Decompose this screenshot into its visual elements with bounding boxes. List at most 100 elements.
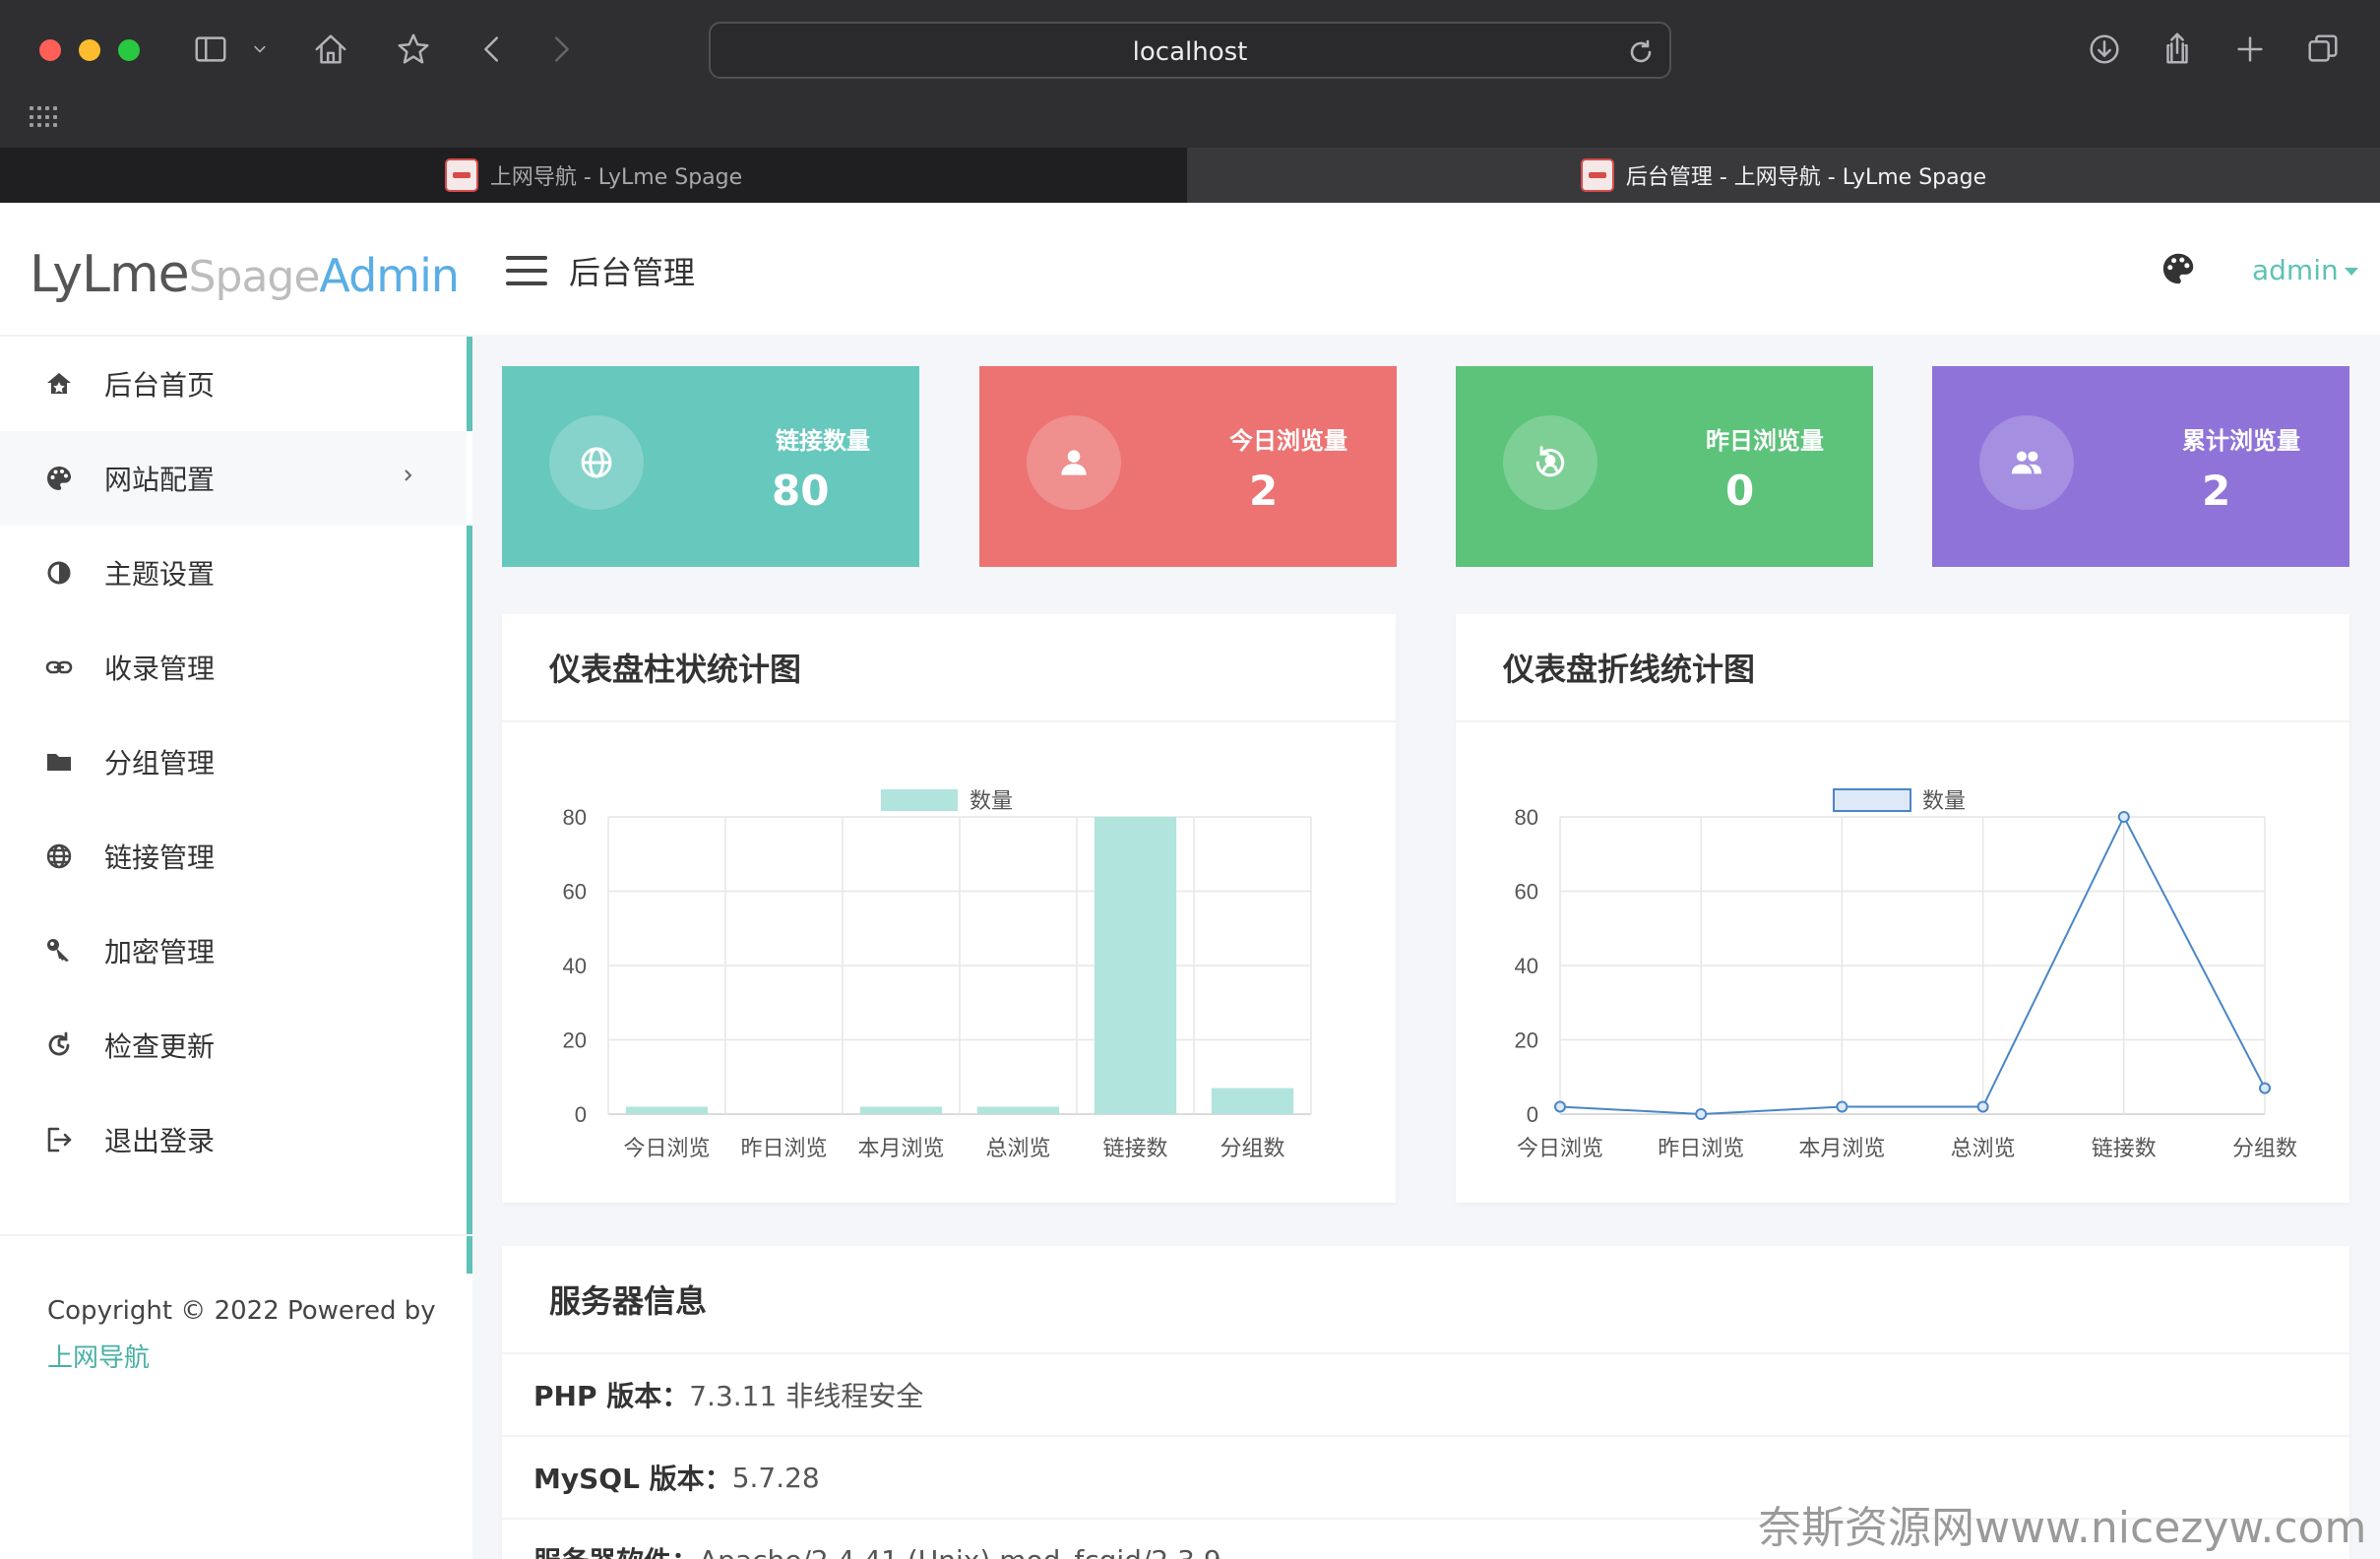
palette-icon	[43, 463, 75, 494]
y-tick-label: 60	[563, 880, 587, 904]
history-icon	[1503, 415, 1597, 510]
bar-chart-card: 仪表盘柱状统计图 数量 0 20 40 60 80 今日浏览 昨日浏览 本月浏览 总浏览 链接数 分组…	[502, 614, 1396, 1203]
share-icon[interactable]	[2156, 28, 2199, 71]
y-tick-label: 40	[1515, 954, 1538, 978]
y-tick-label: 20	[1515, 1029, 1538, 1053]
stat-label: 链接数量	[776, 427, 870, 455]
tab-title: 上网导航 - LyLme Spage	[489, 165, 743, 190]
minimize-window-button[interactable]	[79, 39, 100, 61]
user-menu[interactable]: admin	[2252, 254, 2358, 286]
apps-grid-icon[interactable]	[30, 106, 57, 128]
sidebar-item-check-update[interactable]: 检查更新	[0, 998, 472, 1092]
address-bar[interactable]: localhost	[709, 22, 1671, 79]
chevron-down-icon[interactable]	[244, 28, 276, 71]
stat-card-yesterday-views: 昨日浏览量 0	[1456, 366, 1873, 567]
server-row-label: MySQL 版本：	[533, 1463, 732, 1495]
caret-down-icon	[2344, 268, 2358, 276]
server-info-title: 服务器信息	[502, 1246, 2349, 1354]
sidebar-item-theme[interactable]: 主题设置	[0, 526, 472, 620]
tab-bar: 上网导航 - LyLme Spage 后台管理 - 上网导航 - LyLme S…	[0, 148, 2380, 203]
logo-part-spage: Spage	[188, 252, 321, 302]
bar	[625, 1106, 709, 1114]
server-row-value: Apache/2.4.41 (Unix) mod_fcgid/2.3.9	[699, 1544, 1221, 1559]
y-tick-label: 80	[1515, 805, 1538, 830]
users-icon	[1979, 415, 2074, 510]
stat-card-total-views: 累计浏览量 2	[1932, 366, 2349, 567]
theme-palette-icon[interactable]	[2160, 250, 2197, 287]
top-bar: 后台管理 admin	[472, 203, 2380, 335]
menu-toggle-icon[interactable]	[506, 256, 547, 285]
logo-part-lylme: LyLme	[30, 245, 190, 304]
zoom-window-button[interactable]	[118, 39, 140, 61]
y-tick-label: 0	[575, 1102, 587, 1127]
sidebar-item-label: 主题设置	[104, 558, 216, 591]
copyright-link[interactable]: 上网导航	[47, 1335, 436, 1382]
home-icon[interactable]	[309, 28, 352, 71]
sidebar-item-label: 检查更新	[104, 1030, 216, 1063]
x-tick-label: 本月浏览	[857, 1136, 944, 1160]
close-window-button[interactable]	[39, 39, 61, 61]
logo-part-admin: Admin	[319, 249, 460, 302]
sidebar-item-label: 分组管理	[104, 747, 216, 780]
x-tick-label: 总浏览	[1951, 1136, 2016, 1160]
reload-icon[interactable]	[1626, 37, 1656, 67]
user-icon	[1027, 415, 1121, 510]
bookmark-star-icon[interactable]	[392, 28, 435, 71]
x-tick-label: 总浏览	[985, 1136, 1050, 1160]
stat-label: 昨日浏览量	[1706, 427, 1824, 455]
data-point	[1695, 1108, 1708, 1120]
browser-tab[interactable]: 上网导航 - LyLme Spage	[0, 148, 1187, 203]
sidebar-item-groups[interactable]: 分组管理	[0, 715, 472, 809]
x-tick-label: 今日浏览	[623, 1136, 710, 1160]
x-tick-label: 昨日浏览	[1658, 1136, 1744, 1160]
user-name: admin	[2252, 254, 2339, 286]
legend-swatch	[881, 789, 958, 811]
stat-label: 今日浏览量	[1229, 427, 1347, 455]
downloads-icon[interactable]	[2083, 28, 2126, 71]
site-favicon-icon	[1580, 158, 1614, 192]
folder-icon	[43, 746, 75, 778]
new-tab-icon[interactable]	[2228, 28, 2272, 71]
stat-value: 0	[1725, 467, 1755, 515]
back-icon[interactable]	[470, 28, 514, 71]
key-icon	[43, 935, 75, 967]
x-tick-label: 链接数	[2092, 1136, 2157, 1160]
y-tick-label: 60	[1515, 880, 1538, 904]
watermark: 奈斯资源网www.nicezyw.com	[1758, 1503, 2367, 1553]
browser-chrome: localhost 上网导航 - LyLme Spage 后台管理 - 上网导航…	[0, 0, 2380, 203]
y-tick-label: 80	[563, 805, 587, 830]
sidebar-item-site-config[interactable]: 网站配置	[0, 431, 472, 526]
legend-label: 数量	[970, 788, 1013, 813]
bar	[1211, 1088, 1294, 1114]
globe-icon	[43, 841, 75, 872]
logo[interactable]: LyLmeSpageAdmin	[30, 240, 460, 309]
data-point	[1836, 1100, 1848, 1113]
sidebar-item-submissions[interactable]: 收录管理	[0, 620, 472, 715]
x-tick-label: 分组数	[2232, 1136, 2297, 1160]
sidebar-item-logout[interactable]: 退出登录	[0, 1092, 472, 1187]
sidebar-item-home[interactable]: 后台首页	[0, 337, 472, 431]
logout-icon	[43, 1124, 75, 1155]
data-point	[1554, 1100, 1566, 1113]
bar	[859, 1106, 943, 1114]
refresh-icon	[43, 1029, 75, 1061]
address-text: localhost	[1132, 37, 1248, 67]
browser-tab-active[interactable]: 后台管理 - 上网导航 - LyLme Spage	[1187, 148, 2380, 203]
bar	[1094, 817, 1177, 1114]
sidebar-toggle-icon[interactable]	[189, 28, 232, 71]
y-tick-label: 0	[1527, 1102, 1538, 1127]
contrast-icon	[43, 557, 75, 589]
x-tick-label: 分组数	[1220, 1136, 1284, 1160]
chevron-right-icon	[405, 469, 412, 481]
divider	[0, 1234, 472, 1236]
sidebar-item-encryption[interactable]: 加密管理	[0, 904, 472, 998]
tab-overview-icon[interactable]	[2301, 28, 2345, 71]
sidebar-item-label: 后台首页	[104, 369, 216, 402]
data-point	[1976, 1100, 1989, 1113]
server-row-label: 服务器软件：	[533, 1540, 699, 1559]
forward-icon[interactable]	[539, 28, 583, 71]
sidebar-item-links[interactable]: 链接管理	[0, 809, 472, 904]
sidebar-item-label: 链接管理	[104, 842, 216, 874]
site-favicon-icon	[444, 158, 478, 192]
x-tick-label: 昨日浏览	[740, 1136, 827, 1160]
